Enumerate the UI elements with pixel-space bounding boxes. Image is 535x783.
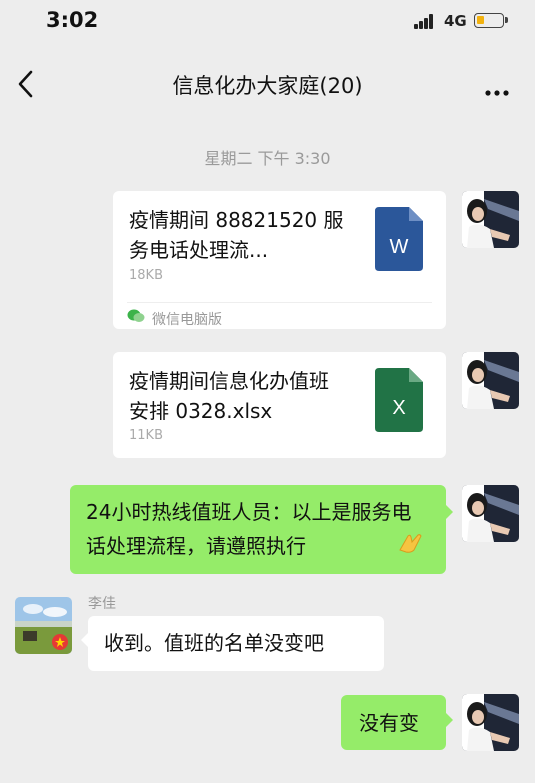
avatar-self[interactable] (462, 694, 519, 751)
clap-emoji-icon (399, 534, 422, 553)
wechat-icon (127, 309, 145, 322)
bubble-tail (446, 505, 453, 519)
avatar-self[interactable] (462, 191, 519, 248)
file-footer: 微信电脑版 (127, 302, 432, 328)
more-button[interactable] (478, 64, 518, 104)
file-size: 11KB (129, 428, 163, 443)
message-bubble-self[interactable]: 没有变 (341, 695, 446, 750)
status-time: 3:02 (46, 8, 99, 32)
message-bubble-other[interactable]: 收到。值班的名单没变吧 (88, 616, 384, 671)
file-message-excel[interactable]: 疫情期间信息化办值班安排 0328.xlsx 11KB X (113, 352, 446, 458)
signal-icon (414, 13, 436, 29)
file-name: 疫情期间信息化办值班安排 0328.xlsx (129, 369, 329, 423)
excel-file-icon: X (375, 368, 423, 432)
message-timestamp: 星期二 下午 3:30 (204, 149, 331, 168)
file-size: 18KB (129, 268, 163, 283)
bubble-tail (446, 713, 453, 727)
excel-icon-letter: X (392, 397, 405, 419)
avatar-self[interactable] (462, 485, 519, 542)
message-bubble-self[interactable]: 24小时热线值班人员：以上是服务电话处理流程，请遵照执行 (70, 485, 446, 574)
word-icon-letter: W (390, 236, 409, 258)
word-file-icon: W (375, 207, 423, 271)
chat-title: 信息化办大家庭(20) (172, 74, 363, 98)
file-message-word[interactable]: 疫情期间 88821520 服务电话处理流... 18KB W 微信电脑版 (113, 191, 446, 329)
battery-icon (474, 13, 508, 28)
chat-header: 信息化办大家庭(20) (0, 56, 535, 112)
more-dots-icon (485, 90, 509, 96)
avatar-sender[interactable] (15, 597, 72, 654)
avatar-self[interactable] (462, 352, 519, 409)
footer-source-text: 微信电脑版 (152, 312, 222, 328)
sender-name: 李佳 (88, 596, 116, 612)
network-type: 4G (444, 12, 467, 30)
message-text: 24小时热线值班人员：以上是服务电话处理流程，请遵照执行 (86, 500, 412, 558)
status-bar: 3:02 4G (0, 0, 535, 46)
message-text: 收到。值班的名单没变吧 (104, 631, 324, 655)
file-name: 疫情期间 88821520 服务电话处理流... (129, 208, 344, 262)
bubble-tail (81, 633, 88, 647)
message-text: 没有变 (359, 711, 419, 735)
